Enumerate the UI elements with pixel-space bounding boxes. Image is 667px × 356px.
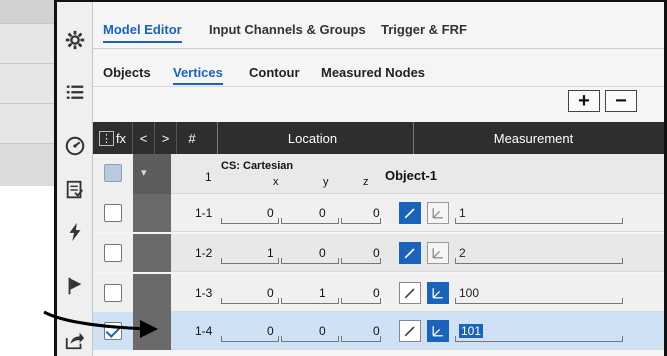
tab-input-channels-groups[interactable]: Input Channels & Groups <box>209 22 366 37</box>
secondary-tabs-divider <box>93 86 664 87</box>
next-button[interactable]: > <box>155 122 177 154</box>
expand-cell[interactable]: ▾ <box>133 154 171 194</box>
x-axis-label: x <box>273 176 279 188</box>
vertex-id: 1-1 <box>195 206 213 220</box>
vertex-id: 1-2 <box>195 246 213 260</box>
location-column-header: Location <box>217 122 407 154</box>
node-axes-icon <box>432 326 443 337</box>
export-icon[interactable] <box>57 324 93 356</box>
y-field-underline <box>281 258 339 264</box>
editor-content: Model Editor Input Channels & Groups Tri… <box>93 2 667 356</box>
vertex-row[interactable]: 1-1 0 0 0 1 <box>93 194 664 232</box>
index-column-header: # <box>188 130 196 146</box>
row-body: 1-3 0 1 0 100 <box>171 274 664 312</box>
group-row: ▾ 1 CS: Cartesian x y z Object-1 <box>93 154 664 194</box>
tab-model-editor[interactable]: Model Editor <box>103 22 182 43</box>
wand-icon <box>404 248 415 259</box>
row-checkbox[interactable] <box>104 204 122 222</box>
remove-button[interactable]: − <box>605 90 637 112</box>
row-spacer <box>133 274 171 312</box>
vertex-row[interactable]: 1-3 0 1 0 100 <box>93 274 664 312</box>
measurement-field-underline <box>455 298 623 304</box>
measurement-node-button[interactable] <box>427 282 449 304</box>
add-button[interactable]: + <box>568 90 600 112</box>
lightning-icon[interactable] <box>57 216 93 248</box>
vertex-row[interactable]: 1-4 0 0 0 101 <box>93 312 664 350</box>
y-field-underline <box>281 298 339 304</box>
y-field-underline <box>281 218 339 224</box>
left-icon-bar <box>57 2 93 356</box>
row-check-cell <box>93 312 133 350</box>
row-checkbox[interactable] <box>104 244 122 262</box>
z-field-underline <box>341 218 381 224</box>
model-editor-window: Model Editor Input Channels & Groups Tri… <box>54 0 667 356</box>
x-field-underline <box>221 218 279 224</box>
pick-wand-button[interactable] <box>399 282 421 304</box>
x-field-underline <box>221 336 279 342</box>
z-field-underline <box>341 336 381 342</box>
z-axis-label: z <box>363 176 369 188</box>
measurement-node-button[interactable] <box>427 242 449 264</box>
row-checkbox[interactable] <box>104 322 122 340</box>
chevron-down-icon: ▾ <box>141 167 147 179</box>
measurement-field-underline <box>455 218 623 224</box>
z-field-underline <box>341 298 381 304</box>
row-spacer <box>133 234 171 272</box>
row-spacer <box>133 194 171 232</box>
wand-icon <box>404 326 415 337</box>
flag-icon[interactable] <box>57 270 93 302</box>
formula-icon: ⋮ <box>98 130 114 146</box>
node-axes-icon <box>432 208 443 219</box>
pick-wand-button[interactable] <box>399 320 421 342</box>
wand-icon <box>404 288 415 299</box>
y-field-underline <box>281 336 339 342</box>
primary-tabs: Model Editor Input Channels & Groups Tri… <box>93 2 664 50</box>
row-body: 1-4 0 0 0 101 <box>171 312 664 350</box>
x-field-underline <box>221 298 279 304</box>
tab-objects[interactable]: Objects <box>103 65 151 80</box>
wand-icon <box>404 208 415 219</box>
vertex-id: 1-3 <box>195 286 213 300</box>
row-spacer <box>133 312 171 350</box>
group-index: 1 <box>205 170 212 184</box>
formula-label: fx <box>115 130 127 146</box>
node-axes-icon <box>432 288 443 299</box>
row-check-cell <box>93 274 133 312</box>
x-field-underline <box>221 258 279 264</box>
pick-wand-button[interactable] <box>399 242 421 264</box>
row-check-cell <box>93 234 133 272</box>
gauge-icon[interactable] <box>57 130 93 162</box>
vertex-id: 1-4 <box>195 324 213 338</box>
node-axes-icon <box>432 248 443 259</box>
tab-trigger-frf[interactable]: Trigger & FRF <box>381 22 467 37</box>
measurement-column-header: Measurement <box>413 122 653 154</box>
coordinate-system-label: CS: Cartesian <box>221 160 294 172</box>
row-body: 1-1 0 0 0 1 <box>171 194 664 232</box>
primary-tabs-divider <box>93 48 664 49</box>
group-checkbox[interactable] <box>104 164 122 182</box>
tab-vertices[interactable]: Vertices <box>173 65 223 85</box>
formula-toggle[interactable]: ⋮ fx <box>93 122 133 154</box>
measurement-field-underline <box>455 258 623 264</box>
measurement-node-button[interactable] <box>427 202 449 224</box>
tab-contour[interactable]: Contour <box>249 65 300 80</box>
pick-wand-button[interactable] <box>399 202 421 224</box>
prev-button[interactable]: < <box>133 122 155 154</box>
group-check-cell <box>93 154 133 194</box>
measurement-node-button[interactable] <box>427 320 449 342</box>
report-icon[interactable] <box>57 174 93 206</box>
measurement-field-underline <box>455 336 623 342</box>
tab-measured-nodes[interactable]: Measured Nodes <box>321 65 425 80</box>
group-body: 1 CS: Cartesian x y z Object-1 <box>171 154 664 194</box>
grid-header: ⋮ fx < > # Location Measurement <box>93 122 664 154</box>
vertex-row[interactable]: 1-2 1 0 0 2 <box>93 234 664 272</box>
list-icon[interactable] <box>57 76 93 108</box>
z-field-underline <box>341 258 381 264</box>
row-check-cell <box>93 194 133 232</box>
row-body: 1-2 1 0 0 2 <box>171 234 664 272</box>
y-axis-label: y <box>323 176 329 188</box>
row-checkbox[interactable] <box>104 284 122 302</box>
gear-icon[interactable] <box>57 24 93 56</box>
object-name: Object-1 <box>385 168 438 183</box>
